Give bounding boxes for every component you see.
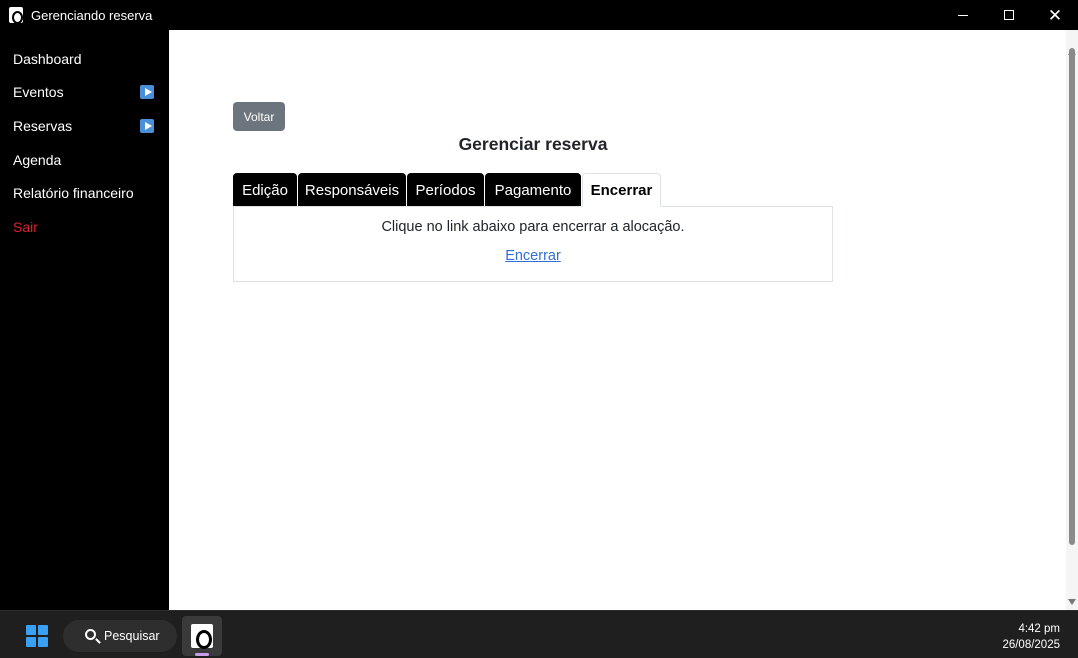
sidebar-item-agenda[interactable]: Agenda [0, 143, 169, 177]
app-icon [191, 624, 213, 649]
sidebar-item-relatorio-financeiro[interactable]: Relatório financeiro [0, 176, 169, 210]
sidebar-item-label: Sair [13, 218, 38, 235]
encerrar-link[interactable]: Encerrar [234, 248, 832, 264]
tab-bar: Edição Responsáveis Períodos Pagamento E… [233, 173, 662, 207]
minimize-icon [958, 14, 968, 16]
back-button[interactable]: Voltar [233, 102, 285, 131]
scroll-thumb[interactable] [1069, 48, 1075, 545]
sidebar: Dashboard Eventos Reservas Agenda Relató… [0, 30, 169, 610]
window-title: Gerenciando reserva [31, 7, 153, 23]
sidebar-item-dashboard[interactable]: Dashboard [0, 42, 169, 76]
close-button[interactable]: ✕ [1032, 0, 1078, 30]
vertical-scrollbar[interactable] [1066, 30, 1078, 610]
sidebar-item-reservas[interactable]: Reservas [0, 109, 169, 143]
title-bar: Gerenciando reserva ✕ [0, 0, 1078, 30]
maximize-button[interactable] [986, 0, 1032, 30]
tab-periodos[interactable]: Períodos [407, 173, 484, 207]
clock-time: 4:42 pm [1018, 623, 1060, 635]
active-app-indicator [195, 653, 209, 656]
windows-start-icon[interactable] [26, 625, 48, 647]
panel-instruction: Clique no link abaixo para encerrar a al… [381, 219, 685, 235]
sidebar-item-label: Agenda [13, 151, 62, 168]
expand-arrow-icon[interactable] [140, 85, 154, 100]
search-label: Pesquisar [104, 629, 160, 643]
close-icon: ✕ [1047, 5, 1063, 25]
sidebar-item-label: Relatório financeiro [13, 185, 134, 202]
sidebar-item-label: Eventos [13, 84, 64, 101]
tab-encerrar[interactable]: Encerrar [582, 173, 661, 207]
page-title: Gerenciar reserva [458, 134, 608, 154]
sidebar-item-eventos[interactable]: Eventos [0, 76, 169, 110]
app-icon [9, 7, 23, 24]
sidebar-item-sair[interactable]: Sair [0, 210, 169, 244]
sidebar-item-label: Dashboard [13, 50, 82, 67]
taskbar-app-button[interactable] [182, 616, 222, 656]
clock-date: 26/08/2025 [1002, 639, 1060, 651]
taskbar: Pesquisar 4:42 pm 26/08/2025 [0, 610, 1078, 658]
search-icon [85, 629, 96, 640]
sidebar-item-label: Reservas [13, 117, 73, 134]
system-clock[interactable]: 4:42 pm 26/08/2025 [1002, 621, 1060, 653]
scroll-down-icon[interactable] [1068, 599, 1076, 605]
tab-panel-encerrar: Clique no link abaixo para encerrar a al… [233, 206, 833, 282]
main-content: Voltar Gerenciar reserva Edição Responsá… [169, 30, 1078, 610]
minimize-button[interactable] [940, 0, 986, 30]
taskbar-search[interactable]: Pesquisar [63, 620, 177, 652]
tab-pagamento[interactable]: Pagamento [485, 173, 581, 207]
window-controls: ✕ [940, 0, 1078, 30]
expand-arrow-icon[interactable] [140, 118, 154, 133]
tab-edicao[interactable]: Edição [233, 173, 297, 207]
maximize-icon [1004, 10, 1014, 20]
tab-responsaveis[interactable]: Responsáveis [298, 173, 406, 207]
